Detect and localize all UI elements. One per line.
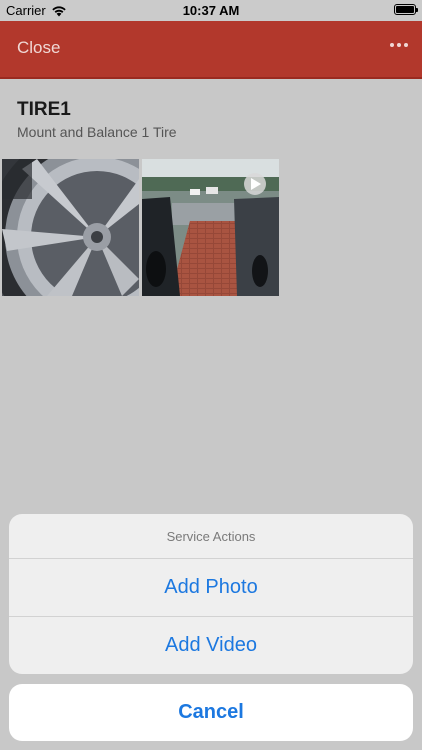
media-thumbnail-photo[interactable] [2, 159, 139, 296]
action-sheet: Service Actions Add Photo Add Video [9, 514, 413, 674]
add-photo-button[interactable]: Add Photo [9, 559, 413, 617]
status-time: 10:37 AM [182, 3, 240, 18]
parking-lot-video-image [142, 159, 279, 296]
battery-icon [394, 4, 418, 15]
close-button[interactable]: Close [17, 38, 60, 58]
status-bar: Carrier 10:37 AM [0, 0, 422, 21]
more-horizontal-icon[interactable] [390, 43, 408, 47]
nav-bar: Close [0, 21, 422, 79]
action-sheet-title: Service Actions [9, 514, 413, 559]
media-thumbnail-video[interactable] [142, 159, 279, 296]
cancel-button[interactable]: Cancel [9, 684, 413, 741]
wheel-photo-image [2, 159, 139, 296]
service-title: TIRE1 [17, 99, 71, 120]
add-video-button[interactable]: Add Video [9, 617, 413, 674]
service-subtitle: Mount and Balance 1 Tire [17, 124, 177, 140]
